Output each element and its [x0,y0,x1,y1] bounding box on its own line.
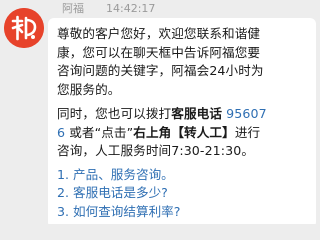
faq-item-settlement-rate[interactable]: 3. 如何查询结算利率? [57,203,316,222]
message-header: 阿福 14:42:17 [62,0,155,16]
contact-suffix: 进行 [234,124,261,140]
sender-name: 阿福 [62,2,84,15]
greeting-line: 尊敬的客户您好，欢迎您联系和谐健 [57,26,261,41]
transfer-to-agent-label: 右上角【转人工】 [133,124,235,140]
hotline-label: 客服电话 [171,106,223,121]
phone-number-link-cont[interactable]: 6 [57,125,65,140]
greeting-line: 您服务的。 [57,81,121,97]
service-hours: 咨询，人工服务时间7:30-21:30。 [57,143,255,158]
contact-line-2: 6 或者“点击”右上角【转人工】进行 [57,124,316,143]
greeting-line: 咨询问题的关键字，阿福会24小时为 [57,63,264,78]
faq-item-hotline[interactable]: 2. 客服电话是多少? [57,184,316,203]
greeting-paragraph: 尊敬的客户您好，欢迎您联系和谐健 康，您可以在聊天框中告诉阿福您要 咨询问题的关… [57,25,316,99]
contact-middle: 或者“点击” [65,124,134,140]
contact-paragraph: 同时，您也可以拨打客服电话 95607 6 或者“点击”右上角【转人工】进行 咨… [57,105,316,161]
faq-item-product-service[interactable]: 1. 产品、服务咨询。 [57,166,316,185]
faq-list: 1. 产品、服务咨询。 2. 客服电话是多少? 3. 如何查询结算利率? [57,166,316,222]
contact-line-1: 同时，您也可以拨打客服电话 95607 [57,105,316,124]
greeting-line: 康，您可以在聊天框中告诉阿福您要 [57,44,261,60]
phone-number-link[interactable]: 95607 [222,106,267,121]
message-timestamp: 14:42:17 [106,1,156,15]
avatar[interactable] [4,8,44,48]
chat-screen: 阿福 14:42:17 尊敬的客户您好，欢迎您联系和谐健 康，您可以在聊天框中告… [0,0,320,224]
afu-logo-icon [4,8,44,48]
contact-prefix: 同时，您也可以拨打 [57,106,172,121]
message-bubble: 尊敬的客户您好，欢迎您联系和谐健 康，您可以在聊天框中告诉阿福您要 咨询问题的关… [48,18,316,224]
